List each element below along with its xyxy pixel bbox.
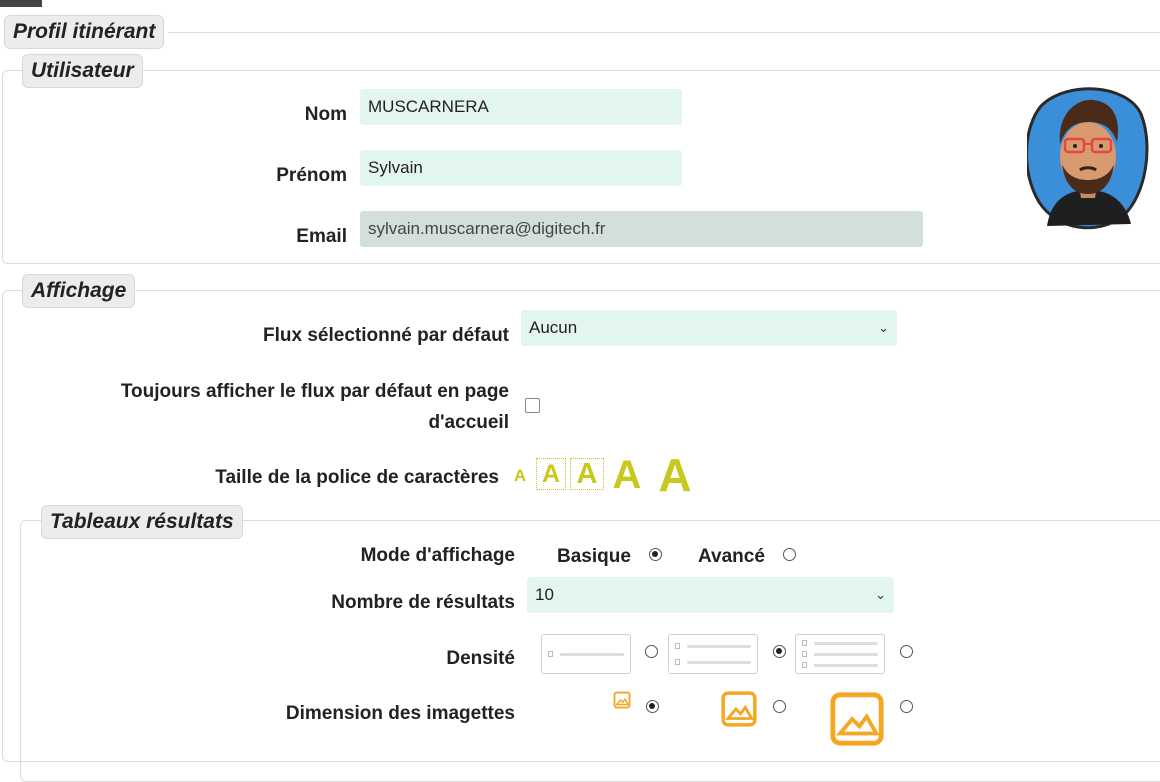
- image-icon-medium-graphic: [721, 691, 757, 727]
- count-label: Nombre de résultats: [331, 592, 515, 613]
- mode-basic-radio[interactable]: [649, 548, 662, 561]
- font-size-option-2[interactable]: A: [536, 458, 566, 490]
- density-label: Densité: [446, 648, 515, 669]
- density-option-1-radio[interactable]: [645, 645, 658, 658]
- density-option-2-radio[interactable]: [773, 645, 786, 658]
- image-icon[interactable]: [613, 691, 631, 709]
- image-icon[interactable]: [828, 690, 886, 748]
- prenom-input[interactable]: Sylvain: [360, 150, 682, 186]
- density-option-2-preview[interactable]: [668, 634, 758, 674]
- density-row-preview: [675, 658, 751, 667]
- count-value: 10: [535, 585, 554, 604]
- font-size-option-4[interactable]: A: [609, 455, 645, 495]
- density-row-preview: [802, 650, 878, 659]
- nom-input[interactable]: MUSCARNERA: [360, 89, 682, 125]
- density-option-3-preview[interactable]: [795, 634, 885, 674]
- always-show-label-line2: d'accueil: [428, 412, 509, 433]
- profile-divider: [168, 32, 1160, 33]
- font-size-option-1[interactable]: A: [512, 467, 528, 485]
- font-size-option-5[interactable]: A: [653, 452, 697, 498]
- mode-advanced-radio[interactable]: [783, 548, 796, 561]
- count-select[interactable]: 10 ⌄: [527, 577, 894, 613]
- image-icon-small-graphic: [613, 691, 631, 709]
- email-input: sylvain.muscarnera@digitech.fr: [360, 211, 923, 247]
- results-section-title: Tableaux résultats: [41, 505, 243, 539]
- always-show-checkbox[interactable]: [525, 398, 540, 413]
- mode-advanced-label: Avancé: [698, 546, 765, 567]
- font-size-label: Taille de la police de caractères: [215, 467, 499, 488]
- density-row-preview: [675, 642, 751, 651]
- density-option-3-radio[interactable]: [900, 645, 913, 658]
- density-option-1-preview[interactable]: [541, 634, 631, 674]
- flux-value: Aucun: [529, 318, 578, 337]
- nom-label: Nom: [304, 104, 347, 125]
- flux-select[interactable]: Aucun ⌄: [521, 310, 897, 346]
- thumbnail-large-radio[interactable]: [900, 700, 913, 713]
- top-tab-indicator: [0, 0, 42, 7]
- user-section-title: Utilisateur: [22, 54, 143, 88]
- prenom-value: Sylvain: [368, 158, 423, 177]
- thumbnail-size-label: Dimension des imagettes: [285, 703, 515, 724]
- image-icon-large-graphic: [830, 692, 884, 746]
- density-row-preview: [548, 650, 624, 659]
- user-avatar[interactable]: [1024, 84, 1149, 230]
- email-value: sylvain.muscarnera@digitech.fr: [368, 219, 606, 238]
- font-size-option-3[interactable]: A: [570, 458, 604, 490]
- prenom-label: Prénom: [276, 165, 347, 186]
- email-label: Email: [296, 226, 347, 247]
- mode-label: Mode d'affichage: [360, 545, 515, 566]
- profile-section-title: Profil itinérant: [4, 15, 165, 49]
- thumbnail-medium-radio[interactable]: [773, 700, 786, 713]
- flux-label: Flux sélectionné par défaut: [263, 325, 509, 346]
- mode-basic-label: Basique: [557, 546, 631, 567]
- avatar-illustration: [1024, 87, 1149, 230]
- image-icon[interactable]: [720, 690, 758, 728]
- density-row-preview: [802, 639, 878, 648]
- always-show-label-line1: Toujours afficher le flux par défaut en …: [120, 381, 509, 402]
- display-section-title: Affichage: [22, 274, 136, 308]
- nom-value: MUSCARNERA: [368, 97, 489, 116]
- density-row-preview: [802, 661, 878, 670]
- thumbnail-small-radio[interactable]: [646, 700, 659, 713]
- chevron-down-icon: ⌄: [878, 320, 889, 335]
- chevron-down-icon: ⌄: [875, 587, 886, 602]
